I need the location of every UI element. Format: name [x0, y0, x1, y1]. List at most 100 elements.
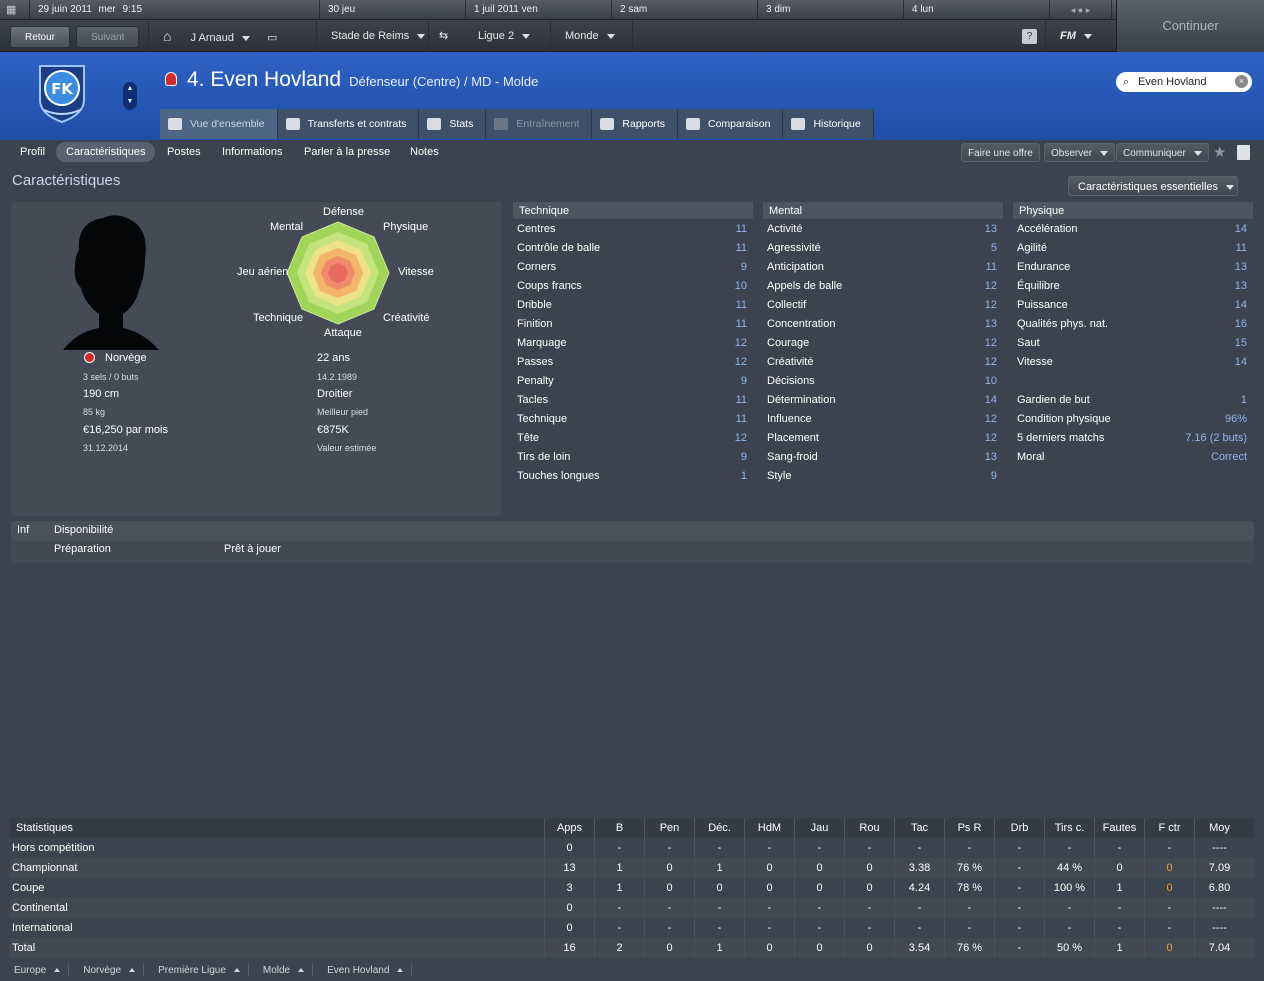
stats-column-header[interactable]: Apps [544, 818, 594, 838]
attribute-row[interactable]: Puissance 14 [1013, 296, 1253, 315]
calendar-icon[interactable]: ▦ [0, 0, 30, 20]
stats-column-header[interactable]: Tirs c. [1044, 818, 1094, 838]
calendar-day-4[interactable]: 3 dim [758, 0, 904, 20]
stats-column-header[interactable]: HdM [744, 818, 794, 838]
attribute-row[interactable]: Penalty 9 [513, 372, 753, 391]
tab-transfers[interactable]: Transferts et contrats [277, 109, 420, 139]
chevron-down-icon[interactable]: ▼ [123, 95, 137, 108]
stats-column-header[interactable]: Fautes [1094, 818, 1144, 838]
make-offer-button[interactable]: Faire une offre [961, 143, 1040, 162]
attribute-row[interactable]: Placement 12 [763, 429, 1003, 448]
continue-button[interactable]: Continuer [1116, 0, 1264, 52]
tab-comparison[interactable]: Comparaison [678, 109, 784, 139]
attribute-row[interactable]: Agilité 11 [1013, 239, 1253, 258]
attribute-row[interactable]: Technique 11 [513, 410, 753, 429]
attribute-row[interactable]: Centres 11 [513, 220, 753, 239]
attribute-row[interactable]: Style 9 [763, 467, 1003, 486]
attribute-row[interactable]: Équilibre 13 [1013, 277, 1253, 296]
subnav-press[interactable]: Parler à la presse [294, 142, 400, 162]
subnav-notes[interactable]: Notes [400, 142, 449, 162]
stats-column-header[interactable]: Pen [644, 818, 694, 838]
stats-column-header[interactable]: Tac [894, 818, 944, 838]
manager-menu[interactable]: ⌂ J Arnaud ▭ [148, 21, 316, 52]
breadcrumb-item[interactable]: Norvège [69, 964, 145, 977]
club-menu[interactable]: Stade de Reims [316, 21, 428, 52]
attribute-row[interactable]: Courage 12 [763, 334, 1003, 353]
league-menu[interactable]: Ligue 2 [464, 21, 550, 52]
fm-menu[interactable]: FM [1046, 21, 1106, 52]
subnav-information[interactable]: Informations [212, 142, 293, 162]
back-button[interactable]: Retour [10, 25, 71, 48]
stats-column-header[interactable]: Drb [994, 818, 1044, 838]
attribute-mode-select[interactable]: Caractéristiques essentielles [1068, 176, 1238, 196]
attribute-row[interactable]: Tirs de loin 9 [513, 448, 753, 467]
tab-reports[interactable]: Rapports [592, 109, 678, 139]
attribute-row[interactable]: Endurance 13 [1013, 258, 1253, 277]
swap-icon[interactable]: ⇆ [428, 21, 464, 52]
stats-column-header[interactable]: Rou [844, 818, 894, 838]
subnav-positions[interactable]: Postes [157, 142, 211, 162]
calendar-day-5[interactable]: 4 lun [904, 0, 1050, 20]
scout-button[interactable]: Observer [1044, 143, 1116, 162]
table-row[interactable]: International 0- - - - - - - - - - - - ---- [10, 918, 1254, 938]
attribute-row[interactable]: Activité 13 [763, 220, 1003, 239]
world-menu[interactable]: Monde [550, 21, 632, 52]
player-switcher[interactable]: ▲ ▼ [123, 82, 137, 110]
calendar-day-3[interactable]: 2 sam [612, 0, 758, 20]
attribute-row[interactable]: Dribble 11 [513, 296, 753, 315]
communicate-button[interactable]: Communiquer [1116, 143, 1209, 162]
calendar-day-2[interactable]: 1 juil 2011 ven [466, 0, 612, 20]
calendar-day-1[interactable]: 30 jeu [320, 0, 466, 20]
attribute-row[interactable]: Vitesse 14 [1013, 353, 1253, 372]
breadcrumb-item[interactable]: Europe [0, 964, 70, 977]
help-button[interactable]: ? [1022, 29, 1037, 44]
attribute-row[interactable]: Collectif 12 [763, 296, 1003, 315]
attribute-row[interactable]: Décisions 10 [763, 372, 1003, 391]
stats-column-header[interactable]: Moy [1194, 818, 1244, 838]
clear-search-icon[interactable]: × [1235, 75, 1248, 88]
attribute-row[interactable]: Sang-froid 13 [763, 448, 1003, 467]
attribute-row[interactable]: Corners 9 [513, 258, 753, 277]
tab-overview[interactable]: Vue d'ensemble [160, 109, 278, 139]
subnav-attributes[interactable]: Caractéristiques [56, 142, 156, 162]
stats-column-header[interactable]: F ctr [1144, 818, 1194, 838]
attribute-row[interactable]: Qualités phys. nat. 16 [1013, 315, 1253, 334]
tab-stats[interactable]: Stats [419, 109, 487, 139]
tab-history[interactable]: Historique [783, 109, 874, 139]
attribute-row[interactable]: Tacles 11 [513, 391, 753, 410]
forward-button[interactable]: Suivant [76, 25, 140, 48]
calendar-current[interactable]: 29 juin 2011 mer 9:15 [30, 0, 320, 20]
breadcrumb-item[interactable]: Even Hovland [313, 964, 413, 977]
table-row[interactable]: Total 16 2 0 1 0 0 0 3.54 76 % -50 % 1 0 7.04 [10, 938, 1254, 958]
attribute-row[interactable]: Touches longues 1 [513, 467, 753, 486]
attribute-row[interactable]: Coups francs 10 [513, 277, 753, 296]
stats-column-header[interactable]: B [594, 818, 644, 838]
stats-column-header[interactable]: Déc. [694, 818, 744, 838]
star-icon[interactable]: ★ [1213, 143, 1226, 161]
attribute-row[interactable]: Contrôle de balle 11 [513, 239, 753, 258]
attribute-row[interactable]: Accélération 14 [1013, 220, 1253, 239]
inbox-icon[interactable]: ▭ [267, 32, 277, 44]
calendar-scroll-controls[interactable]: ◂ ● ▸ [1050, 0, 1112, 20]
table-row[interactable]: Continental 0- - - - - - - - - - - - ---- [10, 898, 1254, 918]
subnav-profile[interactable]: Profil [10, 142, 55, 162]
attribute-row[interactable]: Créativité 12 [763, 353, 1003, 372]
stats-column-header[interactable]: Jau [794, 818, 844, 838]
attribute-row[interactable]: Marquage 12 [513, 334, 753, 353]
attribute-row[interactable]: Influence 12 [763, 410, 1003, 429]
table-row[interactable]: Hors compétition 0- - - - - - - - - - - - ---- [10, 838, 1254, 858]
attribute-row[interactable]: Détermination 14 [763, 391, 1003, 410]
notes-icon[interactable] [1237, 145, 1250, 160]
attribute-row[interactable]: Agressivité 5 [763, 239, 1003, 258]
attribute-row[interactable]: Concentration 13 [763, 315, 1003, 334]
stats-column-header[interactable]: Ps R [944, 818, 994, 838]
chevron-up-icon[interactable]: ▲ [123, 82, 137, 95]
attribute-row[interactable]: Tête 12 [513, 429, 753, 448]
attribute-row[interactable]: Saut 15 [1013, 334, 1253, 353]
attribute-row[interactable]: Anticipation 11 [763, 258, 1003, 277]
attribute-row[interactable]: Finition 11 [513, 315, 753, 334]
search-input[interactable]: ⌕ Even Hovland × [1116, 72, 1252, 92]
breadcrumb-item[interactable]: Molde [249, 964, 314, 977]
table-row[interactable]: Championnat 13 1 0 1 0 0 0 3.38 76 % -44 % 0 0 7.09 [10, 858, 1254, 878]
attribute-row[interactable]: Appels de balle 12 [763, 277, 1003, 296]
